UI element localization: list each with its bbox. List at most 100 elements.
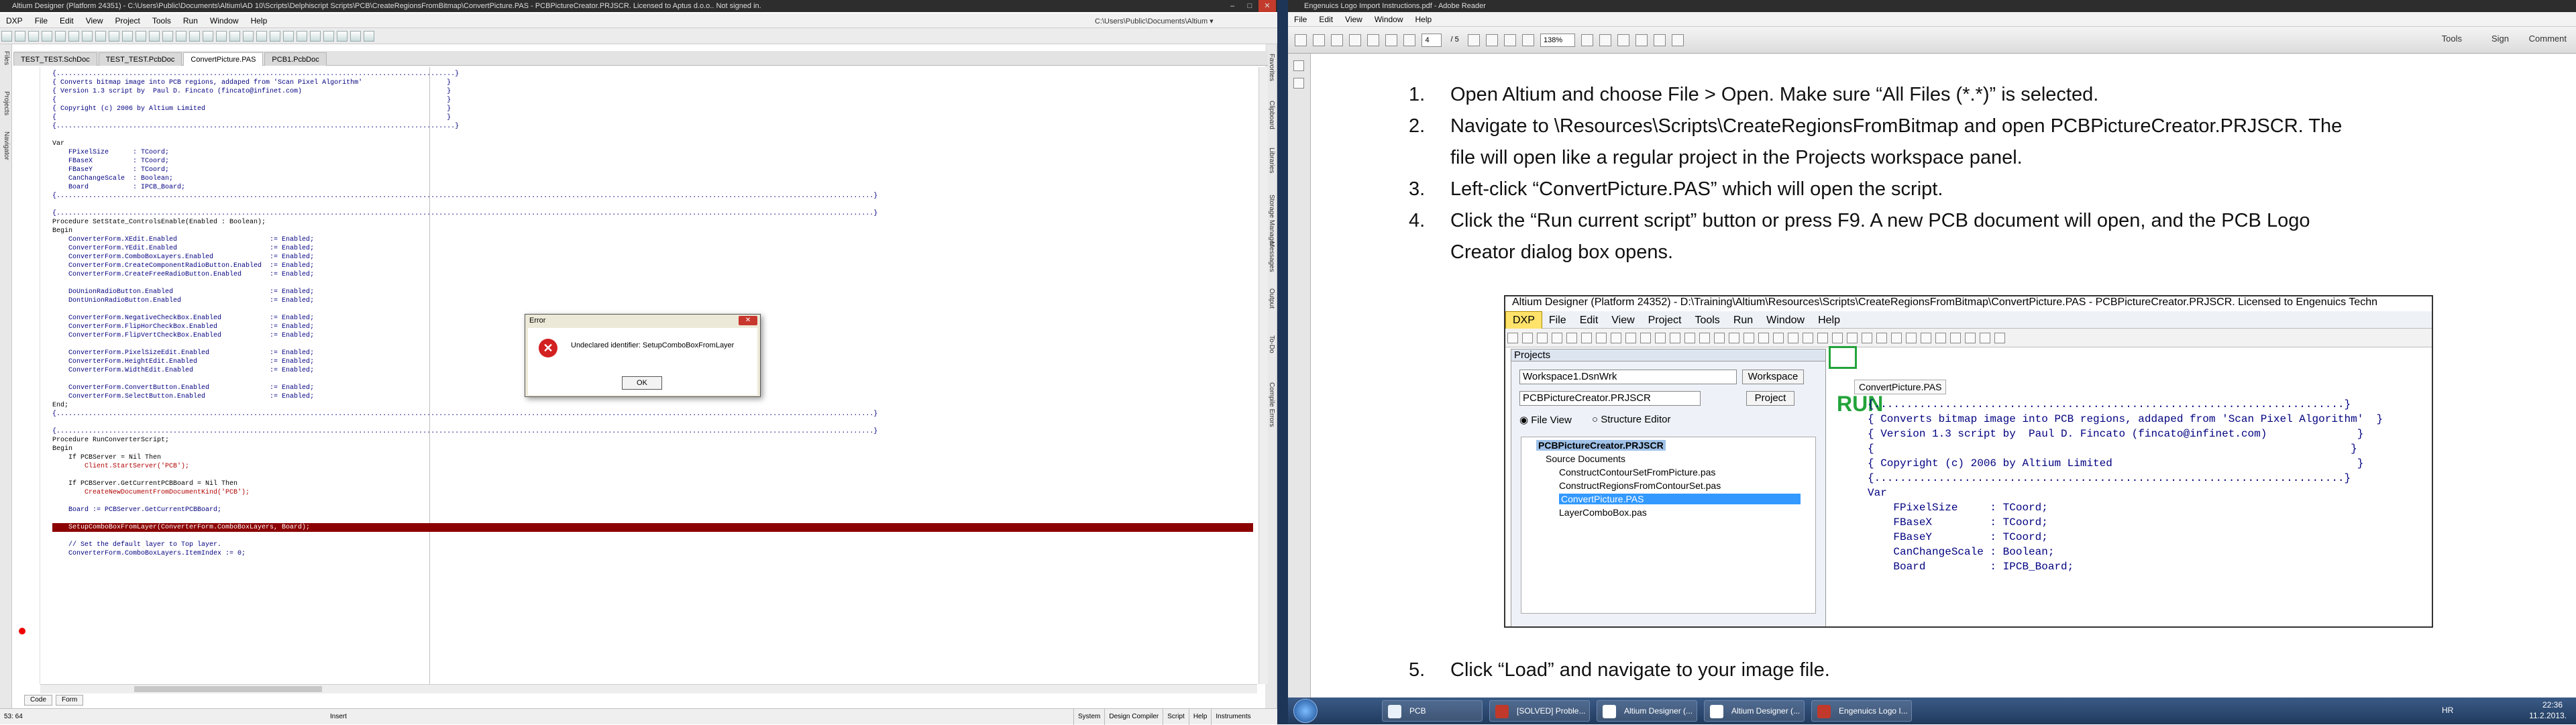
toolbar-icon[interactable] bbox=[337, 31, 347, 42]
taskbar-item[interactable]: PCB bbox=[1382, 700, 1483, 722]
toolbar-icon[interactable] bbox=[55, 31, 66, 42]
menu-edit[interactable]: Edit bbox=[54, 13, 80, 28]
panel-tab-files[interactable]: Files bbox=[3, 51, 10, 65]
toolbar-icon[interactable] bbox=[176, 31, 186, 42]
panel-tab-projects[interactable]: Projects bbox=[3, 91, 10, 115]
email-icon[interactable] bbox=[1367, 34, 1380, 46]
status-panel-instruments[interactable]: Instruments bbox=[1211, 709, 1254, 725]
taskbar-item[interactable]: Altium Designer (... bbox=[1597, 700, 1697, 722]
sign-link[interactable]: Sign bbox=[2491, 34, 2509, 44]
document-tab[interactable]: TEST_TEST.SchDoc bbox=[13, 52, 97, 66]
toolbar-icon[interactable] bbox=[283, 31, 294, 42]
pages-icon[interactable] bbox=[1293, 60, 1304, 71]
taskbar-item[interactable]: Altium Designer (... bbox=[1704, 700, 1805, 722]
tab-form[interactable]: Form bbox=[55, 695, 84, 706]
status-panel-script[interactable]: Script bbox=[1163, 709, 1189, 725]
toolbar-icon[interactable] bbox=[162, 31, 173, 42]
toolbar-icon[interactable] bbox=[243, 31, 254, 42]
panel-tab-messages[interactable]: Messages bbox=[1268, 241, 1275, 272]
tab-code[interactable]: Code bbox=[24, 695, 52, 706]
scroll-thumb[interactable] bbox=[134, 686, 322, 692]
select-tool-icon[interactable] bbox=[1467, 34, 1480, 46]
panel-tab-storage-manager[interactable]: Storage Manager bbox=[1268, 194, 1275, 246]
panel-tab-favorites[interactable]: Favorites bbox=[1268, 54, 1275, 81]
document-tab[interactable]: TEST_TEST.PcbDoc bbox=[98, 52, 182, 66]
panel-tab-clipboard[interactable]: Clipboard bbox=[1268, 101, 1275, 129]
editor-vertical-scrollbar[interactable] bbox=[1258, 67, 1268, 684]
open-icon[interactable] bbox=[1313, 34, 1326, 46]
prev-page-icon[interactable] bbox=[1385, 34, 1398, 46]
toolbar-icon[interactable] bbox=[350, 31, 361, 42]
zoom-combo[interactable]: 138% bbox=[1540, 34, 1576, 47]
comment-link[interactable]: Comment bbox=[2529, 34, 2567, 44]
panel-tab-to-do[interactable]: To-Do bbox=[1268, 335, 1275, 353]
status-panel-help[interactable]: Help bbox=[1188, 709, 1212, 725]
reader-menu-edit[interactable]: Edit bbox=[1313, 12, 1339, 27]
fit-width-icon[interactable] bbox=[1599, 34, 1612, 46]
document-tab[interactable]: ConvertPicture.PAS bbox=[183, 52, 264, 66]
toolbar-icon[interactable] bbox=[15, 31, 25, 42]
toolbar-icon[interactable] bbox=[216, 31, 227, 42]
menu-run[interactable]: Run bbox=[177, 13, 204, 28]
clock-date[interactable]: 11.2.2013. bbox=[2529, 711, 2567, 720]
panel-tab-navigator[interactable]: Navigator bbox=[3, 131, 10, 160]
toolbar-icon[interactable] bbox=[310, 31, 321, 42]
toolbar-icon[interactable] bbox=[136, 31, 146, 42]
path-combo[interactable]: C:\Users\Public\Documents\Altium ▾ bbox=[1095, 16, 1269, 27]
toolbar-icon[interactable] bbox=[28, 31, 39, 42]
start-button[interactable] bbox=[1293, 699, 1318, 723]
save-icon[interactable] bbox=[1331, 34, 1344, 46]
read-mode-icon[interactable] bbox=[1617, 34, 1630, 46]
minimize-button[interactable]: – bbox=[1224, 0, 1241, 12]
toolbar-icon[interactable] bbox=[229, 31, 240, 42]
reader-menu-file[interactable]: File bbox=[1288, 12, 1313, 27]
toolbar-icon[interactable] bbox=[122, 31, 133, 42]
language-indicator[interactable]: HR bbox=[2442, 706, 2453, 715]
status-panel-system[interactable]: System bbox=[1073, 709, 1104, 725]
toolbar-icon[interactable] bbox=[256, 31, 267, 42]
print-icon[interactable] bbox=[1349, 34, 1362, 46]
toolbar-icon[interactable] bbox=[203, 31, 213, 42]
toolbar-icon[interactable] bbox=[68, 31, 79, 42]
sign-icon[interactable] bbox=[1672, 34, 1684, 46]
next-page-icon[interactable] bbox=[1403, 34, 1416, 46]
reader-menu-window[interactable]: Window bbox=[1368, 12, 1409, 27]
toolbar-icon[interactable] bbox=[1, 31, 12, 42]
menu-tools[interactable]: Tools bbox=[146, 13, 177, 28]
menu-view[interactable]: View bbox=[80, 13, 109, 28]
taskbar-item[interactable]: Engenuics Logo I... bbox=[1811, 700, 1912, 722]
fit-page-icon[interactable] bbox=[1581, 34, 1594, 46]
editor-horizontal-scrollbar[interactable] bbox=[40, 684, 1257, 693]
toolbar-icon[interactable] bbox=[189, 31, 200, 42]
create-icon[interactable] bbox=[1295, 34, 1307, 46]
close-button[interactable]: ✕ bbox=[1258, 0, 1276, 12]
menu-window[interactable]: Window bbox=[204, 13, 245, 28]
status-panel-design-compiler[interactable]: Design Compiler bbox=[1104, 709, 1163, 725]
toolbar-icon[interactable] bbox=[297, 31, 307, 42]
zoom-out-icon[interactable] bbox=[1503, 34, 1516, 46]
document-tab[interactable]: PCB1.PcbDoc bbox=[264, 52, 327, 66]
panel-tab-output[interactable]: Output bbox=[1268, 288, 1275, 309]
dialog-ok-button[interactable]: OK bbox=[622, 376, 662, 390]
reader-menu-help[interactable]: Help bbox=[1409, 12, 1438, 27]
toolbar-icon[interactable] bbox=[270, 31, 280, 42]
menu-help[interactable]: Help bbox=[245, 13, 274, 28]
menu-project[interactable]: Project bbox=[109, 13, 146, 28]
toolbar-icon[interactable] bbox=[109, 31, 119, 42]
panel-tab-compile-errors[interactable]: Compile Errors bbox=[1268, 382, 1275, 427]
attachments-icon[interactable] bbox=[1293, 78, 1304, 89]
taskbar-item[interactable]: [SOLVED] Proble... bbox=[1489, 700, 1590, 722]
zoom-in-icon[interactable] bbox=[1521, 34, 1534, 46]
panel-tab-libraries[interactable]: Libraries bbox=[1268, 148, 1275, 173]
toolbar-icon[interactable] bbox=[149, 31, 160, 42]
toolbar-icon[interactable] bbox=[364, 31, 374, 42]
clock-time[interactable]: 22:36 bbox=[2542, 700, 2563, 710]
hand-tool-icon[interactable] bbox=[1485, 34, 1498, 46]
comment-icon[interactable] bbox=[1635, 34, 1648, 46]
menu-file[interactable]: File bbox=[29, 13, 54, 28]
menu-dxp[interactable]: DXP bbox=[0, 13, 29, 28]
toolbar-icon[interactable] bbox=[95, 31, 106, 42]
page-number-input[interactable]: 4 bbox=[1421, 34, 1442, 47]
toolbar-icon[interactable] bbox=[323, 31, 334, 42]
dialog-close-button[interactable]: ✕ bbox=[739, 316, 757, 325]
